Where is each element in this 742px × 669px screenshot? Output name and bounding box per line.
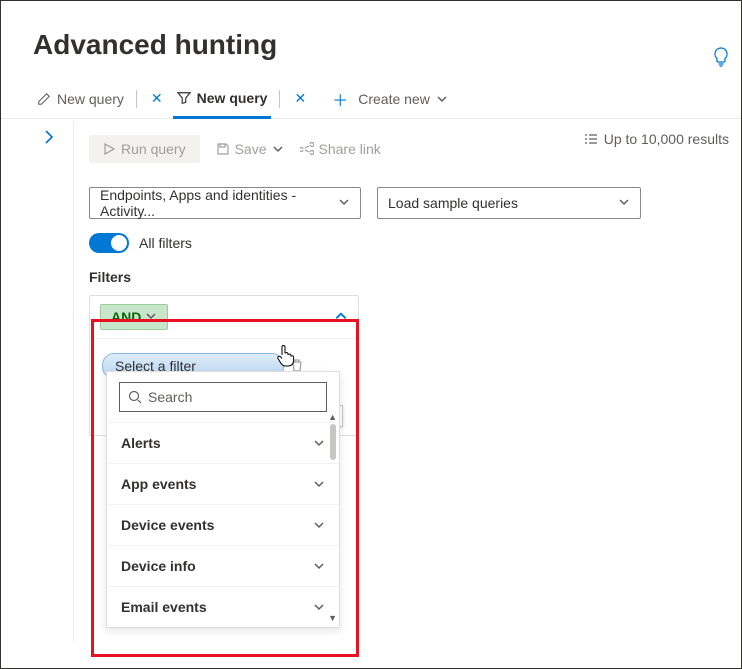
- close-icon[interactable]: ✕: [288, 90, 312, 107]
- panel-separator: [73, 121, 74, 641]
- category-label: Device info: [121, 558, 196, 574]
- page-title: Advanced hunting: [1, 1, 741, 79]
- tab-label: New query: [57, 91, 124, 107]
- filter-category-email-events[interactable]: Email events: [107, 586, 339, 627]
- create-new-button[interactable]: ＋ Create new: [328, 79, 452, 118]
- filter-category-app-events[interactable]: App events: [107, 463, 339, 504]
- logic-operator-chip[interactable]: AND: [100, 304, 168, 330]
- chevron-down-icon: [272, 143, 284, 155]
- sample-queries-dropdown[interactable]: Load sample queries: [377, 187, 641, 219]
- logic-operator-label: AND: [111, 309, 141, 325]
- plus-icon: ＋: [332, 87, 348, 111]
- list-icon: [584, 133, 598, 145]
- chevron-down-icon: [313, 478, 325, 490]
- collapse-filter-group-button[interactable]: [334, 309, 348, 326]
- run-query-button[interactable]: Run query: [89, 135, 200, 163]
- results-limit-label: Up to 10,000 results: [604, 131, 729, 147]
- save-icon: [216, 142, 230, 156]
- filter-search-input[interactable]: Search: [119, 382, 327, 412]
- filters-heading: Filters: [89, 269, 741, 285]
- play-icon: [103, 143, 115, 155]
- filter-category-device-events[interactable]: Device events: [107, 504, 339, 545]
- chevron-down-icon: [618, 195, 630, 211]
- scope-dropdown[interactable]: Endpoints, Apps and identities - Activit…: [89, 187, 361, 219]
- sample-label: Load sample queries: [388, 195, 518, 211]
- funnel-icon: [177, 91, 191, 105]
- save-button[interactable]: Save: [216, 141, 284, 157]
- results-limit[interactable]: Up to 10,000 results: [584, 131, 729, 147]
- all-filters-label: All filters: [139, 235, 192, 251]
- create-new-label: Create new: [358, 91, 430, 107]
- tab-new-query-2[interactable]: New query: [173, 80, 272, 119]
- tab-label: New query: [197, 90, 268, 106]
- divider: [136, 90, 137, 108]
- search-icon: [128, 390, 142, 404]
- pencil-icon: [37, 92, 51, 106]
- run-query-label: Run query: [121, 141, 186, 157]
- scroll-up-arrow-icon[interactable]: ▲: [328, 412, 337, 422]
- filter-category-device-info[interactable]: Device info: [107, 545, 339, 586]
- scrollbar-thumb[interactable]: [330, 424, 336, 460]
- scroll-down-arrow-icon[interactable]: ▼: [328, 613, 337, 623]
- filter-category-alerts[interactable]: Alerts: [107, 422, 339, 463]
- scope-label: Endpoints, Apps and identities - Activit…: [100, 187, 338, 219]
- divider: [279, 90, 280, 108]
- category-label: Device events: [121, 517, 214, 533]
- chevron-down-icon: [313, 601, 325, 613]
- chevron-down-icon: [338, 195, 350, 211]
- tab-bar: New query ✕ New query ✕ ＋ Create new: [1, 79, 741, 119]
- expand-panel-button[interactable]: [41, 129, 63, 151]
- search-placeholder: Search: [148, 389, 192, 405]
- category-label: Email events: [121, 599, 207, 615]
- share-link-button[interactable]: Share link: [300, 141, 381, 157]
- category-label: Alerts: [121, 435, 161, 451]
- query-toolbar: Run query Save Share link Up to 10,000 r…: [89, 129, 741, 169]
- close-icon[interactable]: ✕: [145, 90, 169, 107]
- share-icon: [300, 142, 314, 156]
- chevron-down-icon: [313, 437, 325, 449]
- chevron-down-icon: [313, 519, 325, 531]
- share-label: Share link: [319, 141, 381, 157]
- save-label: Save: [235, 141, 267, 157]
- chevron-down-icon: [313, 560, 325, 572]
- tab-new-query-1[interactable]: New query: [33, 79, 128, 118]
- chevron-down-icon: [145, 310, 157, 325]
- all-filters-toggle[interactable]: [89, 233, 129, 253]
- chevron-down-icon: [436, 93, 448, 105]
- category-label: App events: [121, 476, 196, 492]
- filter-category-panel: Search ▲ Alerts App events Device events…: [106, 371, 340, 628]
- help-lightbulb-icon[interactable]: [713, 47, 729, 72]
